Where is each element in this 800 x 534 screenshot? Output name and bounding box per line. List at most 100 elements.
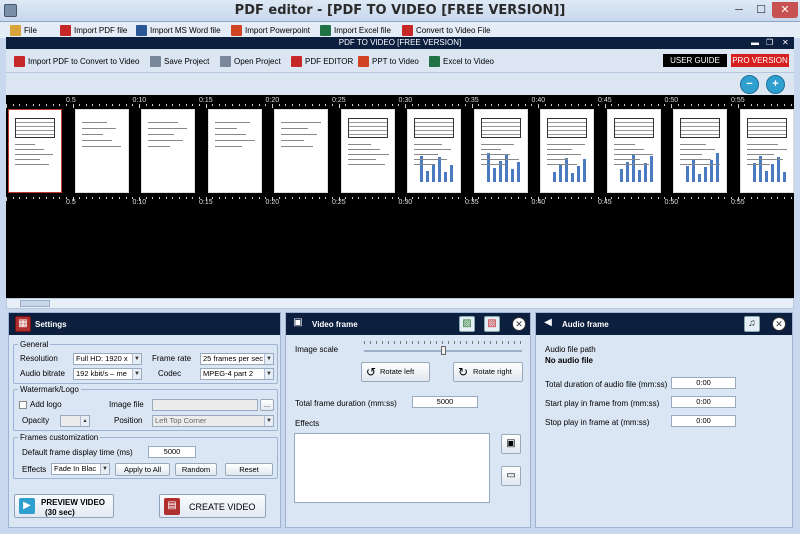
zoom-out-icon[interactable]: − — [740, 75, 759, 94]
thumbnail-bar — [444, 172, 447, 182]
thumbnail-text-line — [480, 144, 514, 145]
excel-icon — [320, 24, 331, 36]
image-file-input[interactable] — [152, 399, 258, 411]
pro-version-button[interactable]: PRO VERSION — [731, 54, 789, 67]
resolution-select[interactable]: Full HD: 1920 x ▼ — [73, 353, 142, 365]
random-button[interactable]: Random — [175, 463, 217, 476]
timeline-tick — [511, 104, 513, 106]
timeline-frame-thumbnail[interactable] — [407, 109, 461, 193]
timeline[interactable]: 0.5 0:10 0:15 0:20 0:25 0:30 0:35 0:40 0:45 0:50 0… — [6, 95, 794, 298]
add-effect-icon[interactable]: ▣ — [501, 434, 521, 454]
timeline-tick — [770, 197, 772, 199]
timeline-tick — [272, 104, 273, 108]
display-time-input[interactable]: 5000 — [148, 446, 196, 458]
inner-restore-button[interactable]: ❐ — [766, 37, 773, 49]
timeline-tick — [604, 197, 606, 201]
add-music-icon[interactable]: ♫ — [744, 316, 760, 332]
timeline-scrollbar[interactable] — [6, 298, 794, 309]
timeline-frame-thumbnail[interactable] — [340, 109, 395, 193]
menu-import-word[interactable]: Import MS Word file — [136, 23, 221, 37]
codec-select[interactable]: MPEG-4 part 2 ▼ — [200, 368, 274, 380]
menu-import-pdf[interactable]: Import PDF file — [60, 23, 127, 37]
add-logo-checkbox[interactable] — [19, 401, 27, 409]
general-group: General Resolution Full HD: 1920 x ▼ Fram… — [13, 340, 278, 384]
pdf-page-icon[interactable]: ▧ — [484, 316, 500, 332]
timeline-tick — [584, 104, 586, 106]
minimize-button[interactable]: ─ — [728, 2, 750, 18]
audio-bitrate-select[interactable]: 192 kbit/s – me ▼ — [73, 368, 142, 380]
thumbnail-text-line — [414, 149, 451, 150]
browse-image-button[interactable]: ... — [260, 399, 274, 411]
preview-video-button[interactable]: ▶ PREVIEW VIDEO (30 sec) — [14, 494, 114, 518]
ppt-icon — [358, 56, 369, 67]
effects-select[interactable]: Fade In Blac ▼ — [51, 463, 110, 475]
audio-start-input[interactable]: 0:00 — [671, 396, 736, 408]
timeline-frame-thumbnail[interactable] — [207, 109, 262, 193]
menu-file[interactable]: File — [10, 23, 37, 37]
thumbnail-text-line — [281, 128, 308, 129]
menu-import-excel-label: Import Excel file — [334, 25, 391, 35]
excel-to-video-button[interactable]: Excel to Video — [429, 55, 494, 68]
timeline-frame-thumbnail[interactable] — [74, 109, 129, 193]
thumbnail-bar — [450, 165, 453, 182]
inner-window-title: PDF TO VIDEO [FREE VERSION] ▬ ❐ ✕ — [6, 37, 794, 49]
import-pdf-button[interactable]: Import PDF to Convert to Video — [14, 55, 139, 68]
timeline-frame-thumbnail[interactable] — [606, 109, 661, 193]
menu-convert-video[interactable]: Convert to Video File — [402, 23, 491, 37]
open-project-button[interactable]: Open Project — [220, 55, 281, 68]
frame-rate-select[interactable]: 25 frames per sec ▼ — [200, 353, 274, 365]
apply-to-all-button[interactable]: Apply to All — [115, 463, 170, 476]
frame-duration-input[interactable]: 5000 — [412, 396, 478, 408]
timeline-tick — [690, 197, 692, 199]
thumbnail-text-line — [81, 134, 103, 135]
timeline-frame-thumbnail[interactable] — [274, 109, 328, 193]
timeline-frame-thumbnail[interactable] — [739, 109, 794, 193]
timeline-tick — [690, 104, 692, 106]
timeline-frame-thumbnail[interactable] — [8, 109, 62, 193]
zoom-in-icon[interactable]: + — [766, 75, 785, 94]
reset-button[interactable]: Reset — [225, 463, 273, 476]
video-effects-list[interactable] — [294, 433, 490, 503]
maximize-button[interactable]: ☐ — [750, 2, 772, 18]
save-project-button[interactable]: Save Project — [150, 55, 209, 68]
position-select[interactable]: Left Top Corner ▼ — [152, 415, 274, 427]
timeline-tick — [52, 104, 54, 106]
inner-minimize-button[interactable]: ▬ — [751, 37, 759, 49]
timeline-tick — [232, 197, 234, 199]
image-scale-thumb[interactable] — [441, 346, 446, 355]
add-image-icon[interactable]: ▨ — [459, 316, 475, 332]
thumbnail-bar — [643, 163, 647, 182]
scrollbar-thumb[interactable] — [20, 300, 50, 307]
pdf-editor-button[interactable]: PDF EDITOR — [291, 55, 353, 68]
image-scale-ticks — [364, 341, 522, 344]
codec-label: Codec — [158, 369, 182, 378]
user-guide-button[interactable]: USER GUIDE — [663, 54, 727, 67]
timeline-frame-thumbnail[interactable] — [540, 109, 594, 193]
close-button[interactable]: ✕ — [772, 2, 798, 18]
menu-import-powerpoint[interactable]: Import Powerpoint — [231, 23, 310, 37]
timeline-frame-thumbnail[interactable] — [673, 109, 727, 193]
audio-frame-panel: ◀ Audio frame ♫ ✕ Audio file path No aud… — [535, 312, 793, 528]
audio-stop-input[interactable]: 0:00 — [671, 415, 736, 427]
close-video-frame-icon[interactable]: ✕ — [512, 317, 526, 331]
remove-effect-icon[interactable]: ▭ — [501, 466, 521, 486]
menu-import-excel[interactable]: Import Excel file — [320, 23, 391, 37]
watermark-title: Watermark/Logo — [18, 385, 81, 394]
ppt-to-video-button[interactable]: PPT to Video — [358, 55, 419, 68]
main-toolbar: Import PDF to Convert to Video Save Proj… — [6, 49, 794, 73]
timeline-frame-thumbnail[interactable] — [141, 109, 195, 193]
close-audio-frame-icon[interactable]: ✕ — [772, 317, 786, 331]
timeline-frame-thumbnail[interactable] — [473, 109, 528, 193]
rotate-left-button[interactable]: ↺ Rotate left — [361, 362, 430, 382]
timeline-tick — [464, 104, 466, 106]
inner-close-button[interactable]: ✕ — [782, 37, 789, 49]
rotate-right-button[interactable]: ↻ Rotate right — [453, 362, 523, 382]
thumbnail-bar — [764, 171, 768, 182]
timeline-tick — [644, 104, 646, 106]
create-video-button[interactable]: ▤ CREATE VIDEO — [159, 494, 266, 518]
opacity-stepper[interactable]: ▴ — [60, 415, 90, 427]
timeline-tick — [192, 197, 194, 199]
thumbnail-bar — [516, 162, 520, 182]
audio-total-duration-input[interactable]: 0:00 — [671, 377, 736, 389]
timeline-tick — [291, 197, 293, 199]
